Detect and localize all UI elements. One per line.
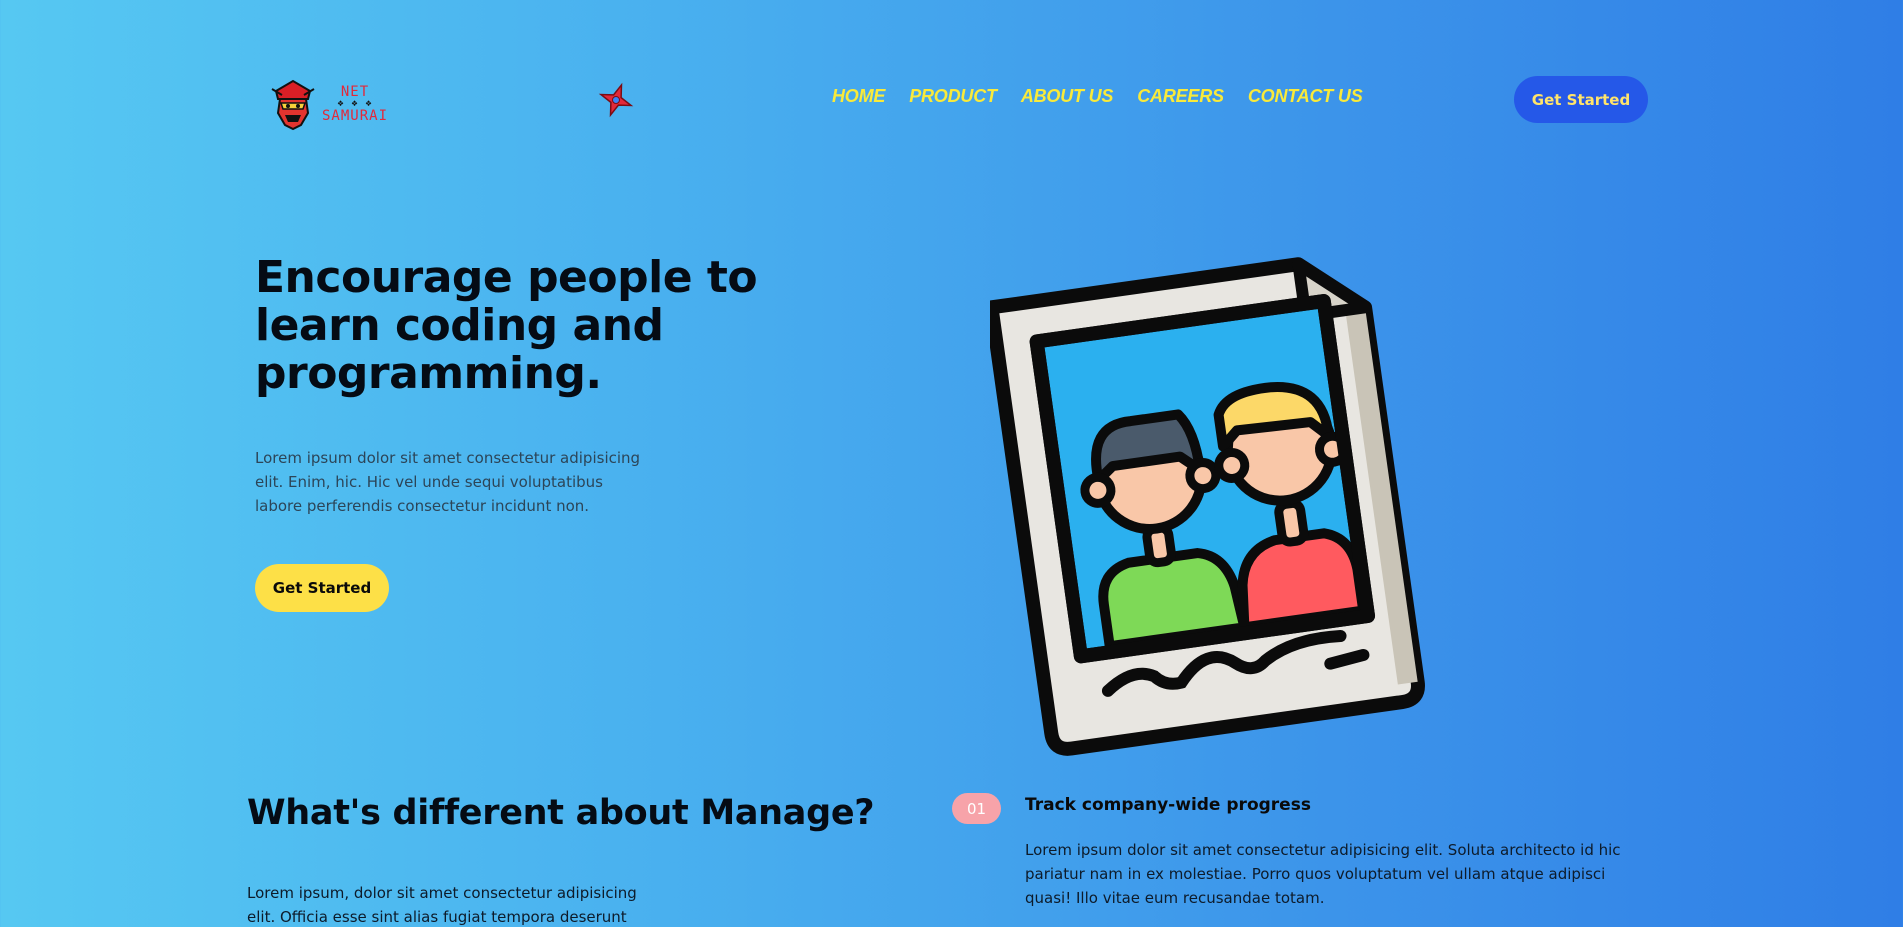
feature-title: Track company-wide progress <box>1025 795 1311 815</box>
hero-description: Lorem ipsum dolor sit amet consectetur a… <box>255 449 641 515</box>
hero-title: Encourage people to learn coding and pro… <box>255 252 758 399</box>
samurai-logo-icon <box>271 79 315 131</box>
brand-name-line2: SAMURAI <box>322 108 389 124</box>
main-nav: HOME PRODUCT ABOUT US CAREERS CONTACT US <box>832 86 1363 107</box>
brand-name: NET ❖ ❖ ❖ SAMURAI <box>322 85 388 123</box>
feature-number-badge: 01 <box>952 793 1001 824</box>
hero-get-started-button[interactable]: Get Started <box>255 564 389 612</box>
nav-careers[interactable]: CAREERS <box>1137 86 1224 107</box>
feature-description: Lorem ipsum dolor sit amet consectetur a… <box>1025 841 1621 907</box>
header-get-started-button[interactable]: Get Started <box>1514 76 1648 123</box>
shuriken-icon <box>598 82 634 118</box>
nav-contact-us[interactable]: CONTACT US <box>1248 86 1363 107</box>
nav-about-us[interactable]: ABOUT US <box>1021 86 1114 107</box>
friends-photo-illustration <box>990 257 1425 756</box>
brand-logo[interactable]: NET ❖ ❖ ❖ SAMURAI <box>268 76 393 132</box>
section-title: What's different about Manage? <box>247 793 875 833</box>
nav-product[interactable]: PRODUCT <box>909 86 997 107</box>
section-description: Lorem ipsum, dolor sit amet consectetur … <box>247 884 637 926</box>
nav-home[interactable]: HOME <box>832 86 885 107</box>
